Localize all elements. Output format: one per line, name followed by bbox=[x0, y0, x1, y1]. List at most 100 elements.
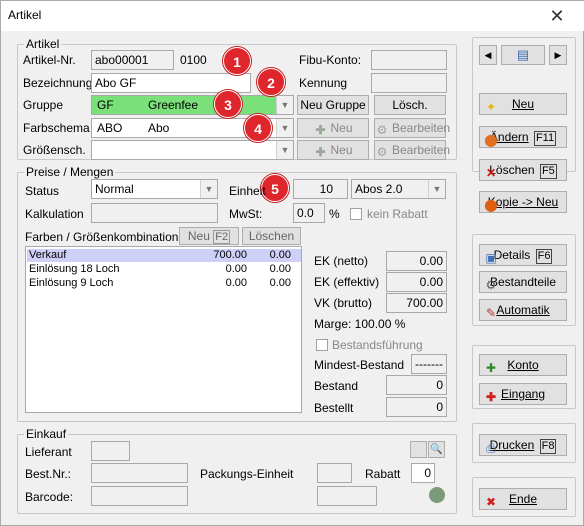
kennung-field[interactable] bbox=[371, 73, 447, 93]
details-icon: ▣ bbox=[485, 251, 497, 265]
next-icon[interactable]: ▶ bbox=[549, 45, 567, 65]
eingang-button[interactable]: ✚ Eingang bbox=[479, 383, 567, 405]
barcode-field[interactable] bbox=[91, 486, 188, 506]
neu-f2-button[interactable]: Neu F2 bbox=[179, 227, 239, 245]
ek-effektiv-field[interactable]: 0.00 bbox=[386, 272, 447, 292]
loeschen-button[interactable]: ✕ Löschen F5 bbox=[479, 159, 567, 181]
vk-brutto-label: VK (brutto) bbox=[314, 296, 373, 310]
bestandsfuehrung-label: Bestandsführung bbox=[332, 338, 423, 352]
vk-brutto-field[interactable]: 700.00 bbox=[386, 293, 447, 313]
farbschema-bearbeiten-button[interactable]: ⚙ Bearbeiten bbox=[374, 118, 450, 138]
farbschema-code: ABO bbox=[97, 121, 123, 135]
chevron-down-icon[interactable]: ▼ bbox=[200, 180, 217, 198]
details-button[interactable]: ▣ Details F6 bbox=[479, 244, 567, 266]
copy-icon: ⬤ bbox=[484, 198, 498, 212]
mindest-bestand-field[interactable]: ------- bbox=[411, 354, 447, 374]
artikel-legend: Artikel bbox=[24, 37, 62, 51]
artikel-nr-suffix: 0100 bbox=[180, 53, 207, 67]
kalkulation-label: Kalkulation bbox=[25, 207, 84, 221]
status-select[interactable]: Normal ▼ bbox=[91, 179, 218, 199]
loeschen-combo-button[interactable]: Löschen bbox=[242, 227, 301, 245]
best-nr-field[interactable] bbox=[91, 463, 188, 483]
farbschema-neu-button[interactable]: ✚ Neu bbox=[297, 118, 369, 138]
gruppe-code: GF bbox=[97, 98, 114, 112]
title-bar: Artikel ✕ bbox=[1, 1, 584, 31]
exit-icon: ✖ bbox=[485, 495, 497, 509]
bestandteile-button[interactable]: ⚙ Bestandteile bbox=[479, 271, 567, 293]
farbschema-label: Farbschema bbox=[23, 121, 90, 135]
lieferant-list-icon[interactable] bbox=[410, 441, 427, 458]
search-icon[interactable]: 🔍 bbox=[428, 441, 445, 458]
konto-button[interactable]: ✚ Konto bbox=[479, 354, 567, 376]
price-combination-list[interactable]: Verkauf 700.00 0.00 Einlösung 18 Loch 0.… bbox=[25, 246, 302, 413]
rabatt-field[interactable]: 0 bbox=[411, 463, 435, 483]
preise-legend: Preise / Mengen bbox=[24, 165, 116, 179]
printer-icon: ⎙ bbox=[486, 441, 496, 455]
close-icon[interactable]: ✕ bbox=[546, 5, 568, 27]
list-item[interactable]: Einlösung 18 Loch 0.00 0.00 bbox=[27, 263, 301, 276]
mindest-bestand-label: Mindest-Bestand bbox=[314, 358, 405, 372]
artikel-window: Artikel ✕ Artikel Artikel-Nr. abo00001 0… bbox=[0, 0, 584, 526]
neu-button[interactable]: ✦ Neu bbox=[479, 93, 567, 115]
groessensch-bearbeiten-button[interactable]: ⚙ Bearbeiten bbox=[374, 140, 450, 160]
kein-rabatt-label: kein Rabatt bbox=[367, 207, 428, 221]
bestellt-label: Bestellt bbox=[314, 401, 354, 415]
chevron-down-icon[interactable]: ▼ bbox=[276, 141, 293, 159]
edit-icon: ⬤ bbox=[484, 133, 498, 147]
prev-icon[interactable]: ◀ bbox=[479, 45, 497, 65]
packungs-einheit-field[interactable] bbox=[317, 463, 352, 483]
artikel-nr-field[interactable]: abo00001 bbox=[91, 50, 174, 70]
chevron-down-icon[interactable]: ▼ bbox=[428, 180, 445, 198]
ek-effektiv-label: EK (effektiv) bbox=[314, 275, 380, 289]
einkauf-legend: Einkauf bbox=[24, 427, 69, 441]
drucken-button[interactable]: ⎙ Drucken F8 bbox=[479, 434, 567, 456]
status-label: Status bbox=[25, 184, 60, 198]
mwst-unit: % bbox=[329, 207, 340, 221]
badge-1: 1 bbox=[223, 47, 251, 75]
groessensch-select[interactable]: ▼ bbox=[91, 140, 294, 160]
gear-icon: ⚙ bbox=[376, 123, 388, 137]
parts-icon: ⚙ bbox=[485, 278, 497, 292]
farbschema-name: Abo bbox=[148, 121, 170, 135]
groessensch-neu-button[interactable]: ✚ Neu bbox=[297, 140, 369, 160]
artikel-nr-label: Artikel-Nr. bbox=[23, 53, 76, 67]
kopie-neu-button[interactable]: ⬤ Kopie -> Neu bbox=[479, 191, 567, 213]
mwst-field[interactable]: 0.0 bbox=[293, 203, 325, 223]
plus-icon: ✚ bbox=[315, 123, 326, 137]
bestand-label: Bestand bbox=[314, 379, 359, 393]
kein-rabatt-checkbox[interactable] bbox=[350, 208, 362, 220]
einheit-field[interactable]: 10 bbox=[293, 179, 348, 199]
ek-netto-label: EK (netto) bbox=[314, 254, 369, 268]
chevron-down-icon[interactable]: ▼ bbox=[276, 96, 293, 114]
packungs-einheit-label: Packungs-Einheit bbox=[200, 467, 294, 481]
barcode-label: Barcode: bbox=[25, 490, 74, 504]
star-icon: ✦ bbox=[485, 100, 497, 114]
ek-netto-field[interactable]: 0.00 bbox=[386, 251, 447, 271]
bestellt-field[interactable]: 0 bbox=[386, 397, 447, 417]
kennung-label: Kennung bbox=[299, 76, 348, 90]
list-item[interactable]: Einlösung 9 Loch 0.00 0.00 bbox=[27, 277, 301, 290]
farben-label: Farben / Größenkombination bbox=[25, 230, 179, 244]
add-icon: ✚ bbox=[485, 390, 497, 404]
automatik-button[interactable]: ✎ Automatik bbox=[479, 299, 567, 321]
fibu-konto-label: Fibu-Konto: bbox=[299, 53, 362, 67]
list-icon[interactable]: ▤ bbox=[501, 45, 545, 65]
rabatt-label: Rabatt bbox=[365, 467, 401, 481]
kalkulation-field[interactable] bbox=[91, 203, 218, 223]
loesch-gruppe-button[interactable]: Lösch. bbox=[374, 95, 446, 115]
list-item[interactable]: Verkauf 700.00 0.00 bbox=[27, 249, 301, 262]
bestand-field[interactable]: 0 bbox=[386, 375, 447, 395]
lieferant-field[interactable] bbox=[91, 441, 130, 461]
gruppe-label: Gruppe bbox=[23, 98, 64, 112]
gruppe-select[interactable]: GF Greenfee ▼ bbox=[91, 95, 294, 115]
window-title: Artikel bbox=[8, 8, 42, 22]
fibu-konto-field[interactable] bbox=[371, 50, 447, 70]
bestandsfuehrung-checkbox[interactable] bbox=[316, 339, 328, 351]
ende-button[interactable]: ✖ Ende bbox=[479, 488, 567, 510]
neu-gruppe-button[interactable]: Neu Gruppe bbox=[297, 95, 369, 115]
chevron-down-icon[interactable]: ▼ bbox=[276, 119, 293, 137]
einheit-unit-select[interactable]: Abos 2.0 ▼ bbox=[351, 179, 446, 199]
barcode-icon[interactable] bbox=[429, 487, 445, 503]
aendern-button[interactable]: ⬤ Ändern F11 bbox=[479, 126, 567, 148]
barcode-extra-field[interactable] bbox=[317, 486, 377, 506]
